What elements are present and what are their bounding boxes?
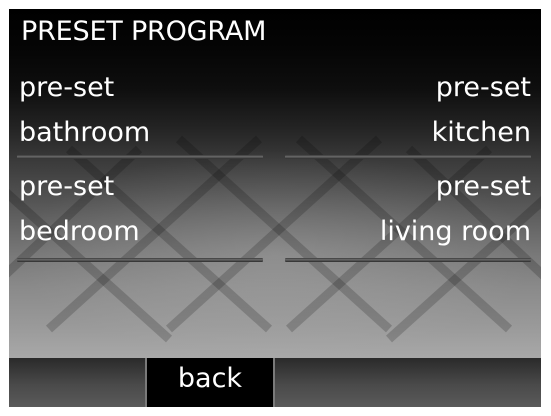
preset-kitchen-button[interactable]: pre-set kitchen <box>277 65 531 157</box>
divider <box>285 155 531 159</box>
divider <box>17 155 263 159</box>
preset-label: pre-set <box>19 171 115 202</box>
preset-bathroom-button[interactable]: pre-set bathroom <box>19 65 273 157</box>
preset-program-screen: PRESET PROGRAM pre-set bathroom pre-set … <box>9 9 541 407</box>
preset-label: pre-set <box>435 171 531 202</box>
preset-living-room-button[interactable]: pre-set living room <box>277 164 531 256</box>
preset-bedroom-button[interactable]: pre-set bedroom <box>19 164 273 256</box>
preset-room-label: bedroom <box>19 216 140 247</box>
preset-room-label: kitchen <box>431 117 531 148</box>
preset-room-label: bathroom <box>19 117 151 148</box>
preset-room-label: living room <box>379 216 531 247</box>
page-title: PRESET PROGRAM <box>21 16 267 47</box>
preset-label: pre-set <box>19 72 115 103</box>
bottom-bar <box>9 358 541 407</box>
preset-label: pre-set <box>435 72 531 103</box>
divider <box>285 258 531 262</box>
back-button[interactable]: back <box>145 358 275 407</box>
divider <box>17 258 263 262</box>
